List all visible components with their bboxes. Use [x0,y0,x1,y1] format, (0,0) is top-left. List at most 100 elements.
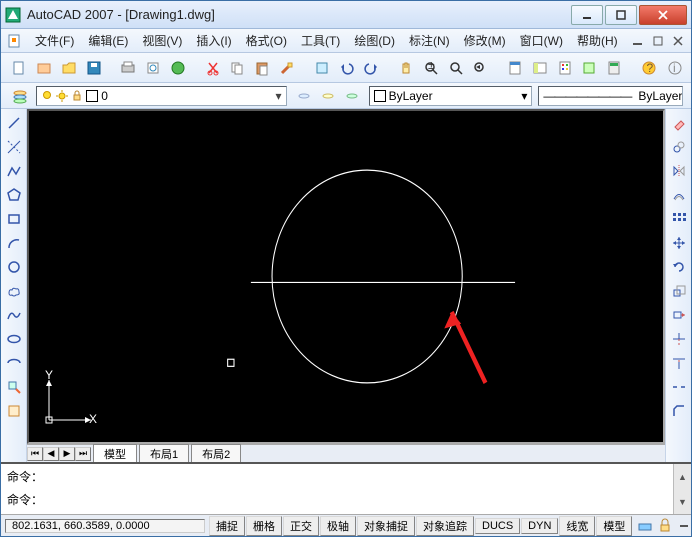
block-editor-button[interactable] [311,57,332,79]
zoom-realtime-button[interactable]: ± [420,57,441,79]
rotate-button[interactable] [669,257,689,277]
status-dyn[interactable]: DYN [521,518,558,534]
chamfer-button[interactable] [669,401,689,421]
redo-button[interactable] [361,57,382,79]
layer-prev-button[interactable] [293,85,315,107]
calc-button[interactable] [604,57,625,79]
ellipse-button[interactable] [4,329,24,349]
design-center-button[interactable] [529,57,550,79]
rectangle-button[interactable] [4,209,24,229]
menu-help[interactable]: 帮助(H) [571,30,624,51]
copy-button[interactable] [227,57,248,79]
info-center-icon[interactable]: i [667,60,683,76]
layer-state-button[interactable] [317,85,339,107]
arc-button[interactable] [4,233,24,253]
mdi-close-icon[interactable] [671,34,685,48]
xline-button[interactable] [4,137,24,157]
status-polar[interactable]: 极轴 [320,516,356,536]
spline-button[interactable] [4,305,24,325]
menu-view[interactable]: 视图(V) [136,30,188,51]
menu-draw[interactable]: 绘图(D) [348,30,401,51]
menu-modify[interactable]: 修改(M) [458,30,512,51]
color-dropdown[interactable]: ByLayer ▾ [369,86,533,106]
plot-button[interactable] [118,57,139,79]
match-prop-button[interactable] [277,57,298,79]
mdi-minimize-icon[interactable] [631,34,645,48]
command-scrollbar[interactable]: ▲ ▼ [673,464,691,514]
insert-block-button[interactable] [4,377,24,397]
mirror-button[interactable] [669,161,689,181]
tab-model[interactable]: 模型 [93,444,137,462]
stretch-button[interactable] [669,305,689,325]
scale-button[interactable] [669,281,689,301]
tab-first-button[interactable]: ⏮ [27,447,43,461]
minimize-button[interactable] [571,5,603,25]
tab-next-button[interactable]: ▶ [59,447,75,461]
menu-file[interactable]: 文件(F) [29,30,80,51]
revcloud-button[interactable] [4,281,24,301]
coordinate-readout[interactable]: 802.1631, 660.3589, 0.0000 [5,519,205,533]
ellipse-arc-button[interactable] [4,353,24,373]
zoom-previous-button[interactable] [470,57,491,79]
tray-lock-icon[interactable] [657,518,673,534]
markup-button[interactable] [579,57,600,79]
layer-manager-button[interactable] [9,85,30,107]
offset-button[interactable] [669,185,689,205]
properties-button[interactable] [504,57,525,79]
menu-insert[interactable]: 插入(I) [190,30,237,51]
erase-button[interactable] [669,113,689,133]
extend-button[interactable] [669,353,689,373]
help-button[interactable]: ? [638,57,659,79]
tab-layout1[interactable]: 布局1 [139,444,189,462]
plot-preview-button[interactable] [143,57,164,79]
tray-minus-icon[interactable] [677,519,691,533]
status-snap[interactable]: 捕捉 [209,516,245,536]
publish-button[interactable] [168,57,189,79]
polygon-button[interactable] [4,185,24,205]
tray-comm-icon[interactable] [637,518,653,534]
tool-palette-button[interactable] [554,57,575,79]
break-button[interactable] [669,377,689,397]
mdi-restore-icon[interactable] [651,34,665,48]
command-line[interactable]: 命令： 命令： [1,464,673,514]
open-button[interactable] [59,57,80,79]
maximize-button[interactable] [605,5,637,25]
menu-tools[interactable]: 工具(T) [295,30,346,51]
status-grid[interactable]: 栅格 [246,516,282,536]
paste-button[interactable] [252,57,273,79]
linetype-dropdown[interactable]: ———————— ByLayer [538,86,683,106]
new-button[interactable] [9,57,30,79]
zoom-window-button[interactable] [445,57,466,79]
move-button[interactable] [669,233,689,253]
trim-button[interactable] [669,329,689,349]
menu-dim[interactable]: 标注(N) [403,30,456,51]
scroll-up-icon[interactable]: ▲ [674,464,691,489]
sheet-set-button[interactable] [34,57,55,79]
make-block-button[interactable] [4,401,24,421]
save-button[interactable] [84,57,105,79]
array-button[interactable] [669,209,689,229]
polyline-button[interactable] [4,161,24,181]
tab-prev-button[interactable]: ◀ [43,447,59,461]
cut-button[interactable] [202,57,223,79]
menu-edit[interactable]: 编辑(E) [82,30,134,51]
scroll-down-icon[interactable]: ▼ [674,489,691,514]
status-otrack[interactable]: 对象追踪 [416,516,474,536]
close-button[interactable] [639,5,687,25]
circle-button[interactable] [4,257,24,277]
line-button[interactable] [4,113,24,133]
menu-window[interactable]: 窗口(W) [514,30,569,51]
drawing-canvas[interactable]: X Y [27,109,665,444]
status-model[interactable]: 模型 [596,516,632,536]
status-osnap[interactable]: 对象捕捉 [357,516,415,536]
tab-layout2[interactable]: 布局2 [191,444,241,462]
copy-obj-button[interactable] [669,137,689,157]
tab-last-button[interactable]: ⏭ [75,447,91,461]
undo-button[interactable] [336,57,357,79]
status-lwt[interactable]: 线宽 [559,516,595,536]
status-ducs[interactable]: DUCS [475,518,520,534]
layer-dropdown[interactable]: 0 ▾ [36,86,286,106]
layer-match-button[interactable] [341,85,363,107]
status-ortho[interactable]: 正交 [283,516,319,536]
pan-button[interactable] [395,57,416,79]
